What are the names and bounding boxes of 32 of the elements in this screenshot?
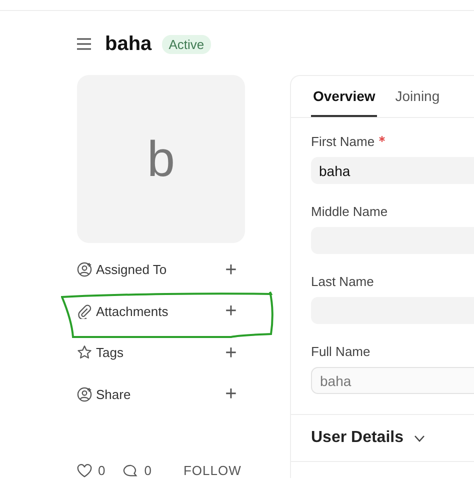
status-badge: Active (162, 34, 212, 54)
field-label: Full Name (311, 344, 370, 359)
add-button[interactable]: + (223, 386, 239, 402)
text-field[interactable]: baha (311, 157, 474, 184)
user-add-icon (77, 386, 92, 402)
user-add-icon (77, 262, 92, 278)
like-count: 0 (98, 463, 106, 478)
avatar-initial: b (147, 130, 175, 188)
heart-icon[interactable] (77, 464, 92, 478)
star-icon (77, 345, 92, 360)
page-title: baha (105, 32, 152, 56)
sidebar-label[interactable]: Assigned To (96, 262, 223, 278)
field-label: Last Name (311, 274, 374, 289)
chevron-down-icon[interactable] (414, 434, 424, 442)
comment-count: 0 (144, 463, 152, 478)
tab[interactable]: Joining (393, 76, 442, 117)
tab[interactable]: Overview (311, 76, 378, 117)
sidebar-label[interactable]: Attachments (96, 304, 223, 319)
field-label: First Name (311, 134, 375, 149)
sidebar-label[interactable]: Share (96, 386, 223, 402)
field-label: Middle Name (311, 204, 388, 219)
add-button[interactable]: + (223, 344, 239, 361)
required-mark-icon (378, 136, 385, 142)
sidebar-label[interactable]: Tags (96, 345, 223, 360)
text-field[interactable]: baha (311, 367, 474, 394)
paperclip-icon (77, 304, 92, 319)
add-button[interactable]: + (223, 262, 239, 278)
section-title[interactable]: User Details (311, 429, 404, 447)
add-button[interactable]: + (223, 303, 239, 320)
follow-link[interactable]: FOLLOW (183, 463, 242, 478)
comment-icon[interactable] (123, 464, 138, 478)
menu-icon[interactable] (77, 38, 91, 50)
